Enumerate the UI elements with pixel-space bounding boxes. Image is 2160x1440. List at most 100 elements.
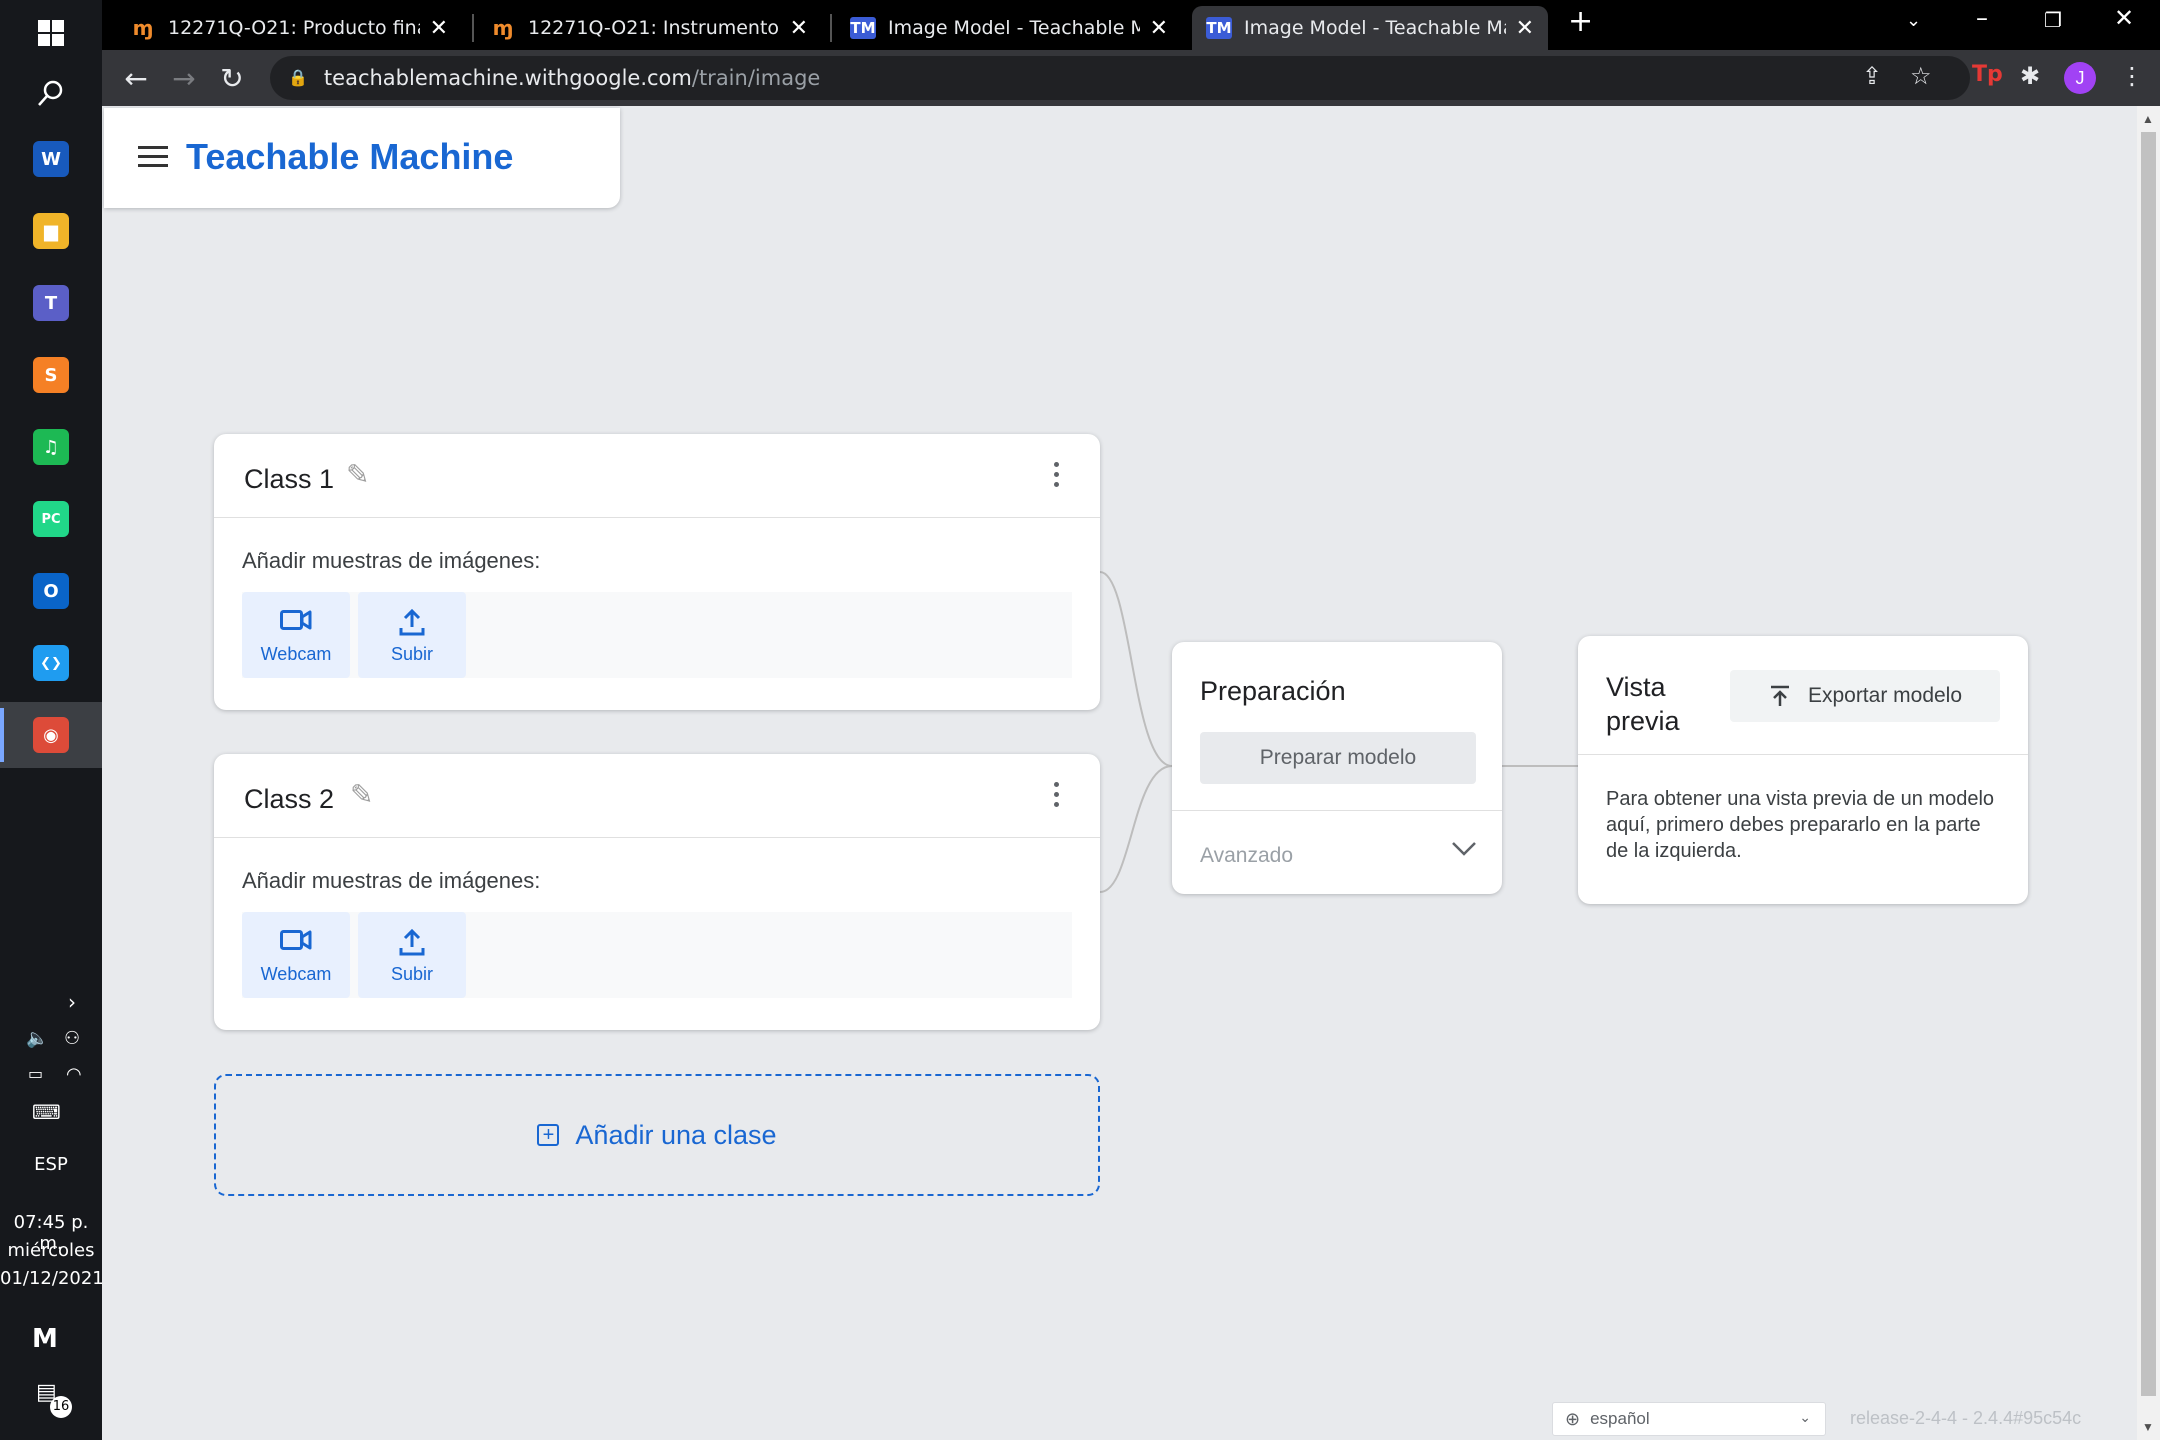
language-value: español [1590,1409,1650,1428]
teams-icon: T [33,285,69,321]
export-label: Exportar modelo [1807,684,1963,707]
forward-icon[interactable]: → [164,58,204,98]
chevron-up-icon[interactable]: › [68,990,76,1014]
tab-title: Image Model - Teachable Machin [1244,17,1506,39]
preview-message: Para obtener una vista previa de un mode… [1606,788,1995,862]
close-tab-icon[interactable]: ✕ [430,16,448,41]
taskbar-teams-icon[interactable]: T [0,270,102,336]
app-logo[interactable]: Teachable Machine [186,136,513,178]
chevron-down-icon: ⌄ [1799,1409,1811,1425]
back-icon[interactable]: ← [116,58,156,98]
url-path: /train/image [691,66,821,90]
edit-pencil-icon[interactable]: ✎ [346,458,369,491]
keyboard-icon[interactable]: ⌨ [32,1100,61,1124]
chrome-icon: ◉ [33,717,69,753]
address-bar[interactable]: 🔒 teachablemachine.withgoogle.com/train/… [270,56,1970,100]
export-model-button[interactable]: Exportar modelo [1730,670,2000,722]
webcam-button[interactable]: Webcam [242,912,350,998]
advanced-toggle[interactable]: Avanzado [1200,844,1293,868]
taskbar-vscode-icon[interactable]: ❮❯ [0,630,102,696]
restore-button[interactable]: ❐ [2044,8,2062,32]
file-explorer-icon: ▆ [33,213,69,249]
clock-day: miércoles [7,1240,95,1261]
hamburger-menu-icon[interactable] [138,146,168,173]
search-icon[interactable] [0,60,102,126]
chevron-down-icon[interactable] [1450,838,1478,863]
webcam-button[interactable]: Webcam [242,592,350,678]
wifi-icon[interactable]: ◠ [66,1064,82,1085]
add-class-button[interactable]: + Añadir una clase [214,1074,1100,1196]
tab-search-icon[interactable]: ⌄ [1906,10,1921,31]
profile-avatar[interactable]: J [2064,62,2096,94]
tab-title: 12271Q-O21: Producto final: Ensa [168,17,420,39]
class-card-header: Class 2 ✎ [214,754,1100,838]
class-name[interactable]: Class 2 [244,784,334,815]
taskbar-word-icon[interactable]: W [0,126,102,192]
edit-pencil-icon[interactable]: ✎ [350,778,373,811]
reload-icon[interactable]: ↻ [212,58,252,98]
page-scrollbar[interactable]: ▲ ▼ [2137,106,2160,1440]
tab-favicon-icon: TM [850,17,876,39]
close-tab-icon[interactable]: ✕ [790,16,808,41]
minimize-button[interactable]: – [1976,4,1988,32]
export-icon [1770,685,1789,706]
taskbar-file-explorer-icon[interactable]: ▆ [0,198,102,264]
webcam-label: Webcam [260,964,332,984]
meet-icon[interactable]: M [32,1324,58,1354]
add-samples-label: Añadir muestras de imágenes: [242,548,541,573]
battery-icon[interactable]: ▭ [28,1064,43,1083]
browser-tab[interactable]: ɱ 12271Q-O21: Producto final: Ensa ✕ [116,6,462,50]
share-icon[interactable]: ⇪ [1862,62,1882,90]
close-tab-icon[interactable]: ✕ [1516,16,1534,41]
outlook-icon: O [33,573,69,609]
close-window-button[interactable]: ✕ [2114,4,2134,32]
scrollbar-thumb[interactable] [2141,132,2156,1396]
taskbar-outlook-icon[interactable]: O [0,558,102,624]
browser-tab-active[interactable]: TM Image Model - Teachable Machin ✕ [1192,6,1548,50]
spotify-icon: ♫ [33,429,69,465]
class-name[interactable]: Class 1 [244,464,334,495]
input-language[interactable]: ESP [0,1154,102,1175]
chrome-menu-icon[interactable]: ⋮ [2120,62,2144,90]
divider [1172,810,1502,811]
upload-button[interactable]: Subir [358,912,466,998]
tab-favicon-icon: ɱ [492,16,514,40]
upload-icon [358,608,466,638]
taskbar-sublime-icon[interactable]: S [0,342,102,408]
bookmark-star-icon[interactable]: ☆ [1910,62,1932,90]
class-options-icon[interactable] [1054,462,1060,492]
clock-date: 01/12/2021 [0,1268,104,1289]
windows-start-icon[interactable] [0,0,102,66]
class-options-icon[interactable] [1054,782,1060,812]
taskbar-chrome-icon[interactable]: ◉ [0,702,102,768]
class-card-header: Class 1 ✎ [214,434,1100,518]
tab-favicon-icon: ɱ [132,16,154,40]
browser-toolbar: ← → ↻ 🔒 teachablemachine.withgoogle.com /… [102,50,2160,106]
close-tab-icon[interactable]: ✕ [1150,16,1168,41]
vscode-icon: ❮❯ [33,645,69,681]
release-version: release-2-4-4 - 2.4.4#95c54c [1850,1408,2082,1428]
webcam-icon [242,608,350,638]
extensions-puzzle-icon[interactable]: ✱ [2020,62,2040,90]
add-samples-label: Añadir muestras de imágenes: [242,868,541,893]
globe-icon: ⊕ [1565,1408,1581,1429]
tab-favicon-icon: TM [1206,17,1232,39]
language-select[interactable]: ⊕ español ⌄ [1552,1402,1826,1436]
taskbar-spotify-icon[interactable]: ♫ [0,414,102,480]
upload-button[interactable]: Subir [358,592,466,678]
scroll-down-icon[interactable]: ▼ [2142,1420,2154,1434]
train-model-button[interactable]: Preparar modelo [1200,732,1476,784]
class-card: Class 2 ✎ Añadir muestras de imágenes: W… [214,754,1100,1030]
lock-icon[interactable]: 🔒 [288,68,308,88]
browser-tab[interactable]: ɱ 12271Q-O21: Instrumentos de ev ✕ [476,6,822,50]
app-header: Teachable Machine [104,108,620,208]
scroll-up-icon[interactable]: ▲ [2142,112,2154,126]
teams-tray-icon[interactable]: ⚇ [64,1028,80,1049]
browser-tab[interactable]: TM Image Model - Teachable Machin ✕ [836,6,1182,50]
training-title: Preparación [1200,676,1346,706]
new-tab-button[interactable]: + [1568,4,1593,39]
windows-taskbar: W ▆ T S ♫ PC O ❮❯ ◉ › 🔈 ⚇ ▭ ◠ ⌨ ESP 07:45 p. m. … [0,0,104,1440]
extension-tp-icon[interactable]: Tp [1972,62,2003,87]
volume-icon[interactable]: 🔈 [26,1028,48,1049]
taskbar-pycharm-icon[interactable]: PC [0,486,102,552]
